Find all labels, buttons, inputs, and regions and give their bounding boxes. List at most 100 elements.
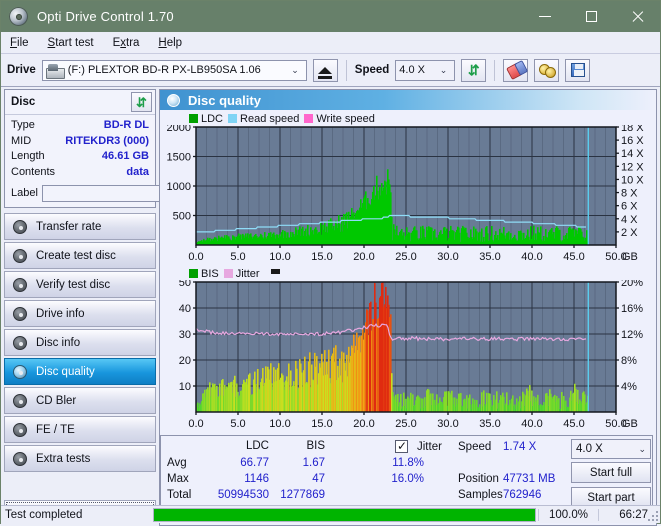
sidebar-item-transfer-rate[interactable]: Transfer rate (4, 213, 156, 240)
resize-grip[interactable] (647, 510, 658, 521)
svg-text:1000: 1000 (167, 181, 191, 193)
minimize-icon (539, 16, 551, 17)
svg-text:10 X: 10 X (621, 174, 644, 186)
toolbar: Drive (F:) PLEXTOR BD-R PX-LB950SA 1.06 … (1, 54, 660, 87)
disc-label-row: Label (11, 183, 244, 203)
sidebar: Disc ⇵ Type BD-R DL MID RITEKDR3 (000) L… (1, 87, 244, 526)
menu-file[interactable]: File (10, 37, 29, 49)
speed-label: Speed (354, 64, 390, 76)
svg-text:20.0: 20.0 (353, 251, 374, 263)
legend-swatch-jitter (223, 269, 233, 278)
sidebar-item-label: Verify test disc (36, 278, 111, 291)
status-bar: Test completed 100.0% 66:27 (1, 505, 660, 523)
disc-panel-header: Disc ⇵ (5, 90, 155, 115)
disc-icon (13, 248, 27, 263)
status-text: Test completed (5, 508, 83, 521)
sidebar-item-create-test-disc[interactable]: Create test disc (4, 242, 156, 269)
legend-label-bis: BIS (201, 267, 219, 280)
chevron-down-icon: ⌄ (291, 64, 299, 75)
legend-ldc: LDC (189, 113, 223, 125)
svg-text:4 X: 4 X (621, 214, 638, 226)
svg-text:20%: 20% (621, 280, 643, 289)
sidebar-item-extra-tests[interactable]: Extra tests (4, 445, 156, 472)
scale-marker-icon[interactable] (270, 268, 280, 274)
disc-icon (13, 451, 27, 466)
refresh-icon: ⇵ (136, 94, 147, 110)
svg-text:20.0: 20.0 (353, 418, 374, 430)
sidebar-item-label: Create test disc (36, 249, 116, 262)
stats-max-bis: 47 (312, 473, 325, 485)
legend-jitter: Jitter (223, 267, 260, 280)
maximize-button[interactable] (568, 1, 614, 32)
test-speed-select[interactable]: 4.0 X ⌄ (571, 439, 651, 459)
samples-label: Samples (458, 489, 503, 501)
stats-avg-jitter: 11.8% (392, 457, 424, 469)
disc-refresh-button[interactable]: ⇵ (131, 92, 152, 112)
menu-bar: File Start test Extra Help (1, 32, 660, 54)
stats-max-jitter: 16.0% (391, 473, 424, 485)
disc-contents-value: data (126, 165, 149, 178)
legend-label-read-speed: Read speed (240, 112, 300, 125)
drive-select-value: (F:) PLEXTOR BD-R PX-LB950SA 1.06 (67, 64, 261, 76)
page-title: Disc quality (188, 92, 261, 108)
stats-panel: LDC BIS Avg 66.77 1.67 11.8% Max 1146 47… (160, 435, 653, 513)
svg-text:25.0: 25.0 (395, 418, 416, 430)
svg-text:12 X: 12 X (621, 161, 644, 173)
sidebar-item-disc-info[interactable]: Disc info (4, 329, 156, 356)
legend-label-write-speed: Write speed (316, 112, 375, 125)
disc-label-key: Label (11, 187, 38, 199)
menu-help[interactable]: Help (158, 37, 182, 49)
sidebar-item-label: Drive info (36, 307, 85, 320)
disc-contents-key: Contents (11, 165, 56, 178)
disc-length-value: 46.61 GB (101, 150, 149, 162)
sidebar-item-verify-test-disc[interactable]: Verify test disc (4, 271, 156, 298)
drive-select[interactable]: (F:) PLEXTOR BD-R PX-LB950SA 1.06 ⌄ (41, 59, 307, 81)
disc-panel-title: Disc (11, 96, 36, 108)
minimize-button[interactable] (522, 1, 568, 32)
start-part-label: Start part (587, 491, 635, 504)
chevron-down-icon: ⌄ (638, 443, 646, 454)
svg-text:10.0: 10.0 (269, 418, 290, 430)
speed-select[interactable]: 4.0 X ⌄ (395, 59, 456, 81)
svg-text:12%: 12% (621, 329, 643, 341)
speed-stat-label: Speed (458, 441, 492, 453)
erase-button[interactable] (503, 58, 529, 82)
toolbar-divider-2 (494, 59, 496, 81)
ldc-chart-legend: LDC Read speed Write speed (162, 112, 654, 125)
disc-panel: Disc ⇵ Type BD-R DL MID RITEKDR3 (000) L… (4, 89, 244, 208)
samples-value: 762946 (503, 489, 542, 501)
sidebar-item-fe-te[interactable]: FE / TE (4, 416, 156, 443)
disc-icon (13, 364, 27, 379)
menu-extra[interactable]: Extra (113, 37, 140, 49)
bis-jitter-chart[interactable]: 10 20 30 40 50 4% 8% 12% 16% 20% 0.0 5.0 10.0 15.0 20.… (162, 280, 654, 432)
svg-text:40.0: 40.0 (521, 251, 542, 263)
legend-write-speed: Write speed (304, 113, 375, 125)
svg-text:35.0: 35.0 (479, 251, 500, 263)
legend-label-jitter: Jitter (235, 267, 260, 280)
refresh-button[interactable]: ⇵ (461, 58, 487, 82)
ldc-chart[interactable]: 500 1000 1500 2000 2 X4 X6 X8 X 10 X 12 X 14 X1… (162, 125, 654, 265)
menu-start-test[interactable]: Start test (48, 37, 94, 49)
sidebar-item-drive-info[interactable]: Drive info (4, 300, 156, 327)
legend-label-ldc: LDC (201, 112, 224, 125)
jitter-checkbox[interactable] (395, 439, 408, 453)
legend-swatch-read-speed (228, 114, 238, 123)
save-button[interactable] (565, 58, 591, 82)
gold-disc-button[interactable] (534, 58, 560, 82)
svg-text:GB: GB (622, 418, 638, 430)
eject-button[interactable] (312, 58, 338, 82)
save-icon (570, 63, 585, 77)
toolbar-divider (345, 59, 347, 81)
close-button[interactable] (614, 1, 660, 32)
sidebar-item-cd-bler[interactable]: CD Bler (4, 387, 156, 414)
position-label: Position (458, 473, 499, 485)
progress-percent: 100.0% (538, 508, 598, 521)
window-title: Opti Drive Control 1.70 (37, 9, 174, 24)
start-full-button[interactable]: Start full (571, 462, 651, 483)
test-speed-value: 4.0 X (576, 443, 603, 455)
svg-text:40.0: 40.0 (521, 418, 542, 430)
svg-text:5.0: 5.0 (230, 251, 245, 263)
sidebar-item-disc-quality[interactable]: Disc quality (4, 358, 156, 385)
bis-chart-legend: BIS Jitter (162, 267, 654, 280)
